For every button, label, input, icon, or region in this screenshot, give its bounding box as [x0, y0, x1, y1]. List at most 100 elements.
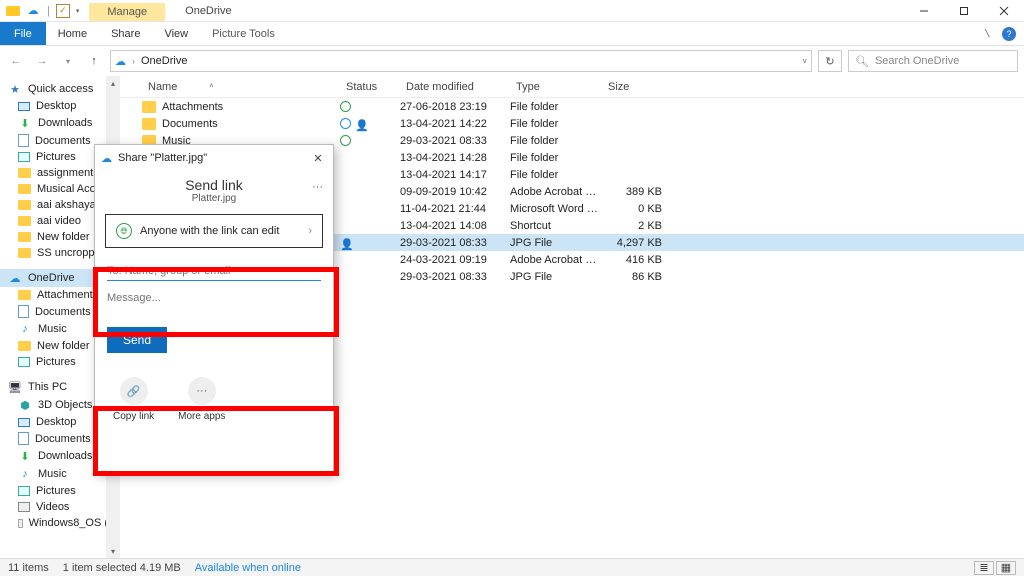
- row-size: 389 KB: [602, 186, 662, 198]
- close-button[interactable]: [984, 0, 1024, 22]
- share-more-options-button[interactable]: ···: [312, 181, 323, 193]
- row-name: Attachments: [162, 101, 223, 113]
- row-date: 13-04-2021 14:28: [400, 152, 510, 164]
- maximize-button[interactable]: [944, 0, 984, 22]
- sidebar-item-label: Documents: [35, 306, 91, 318]
- sidebar-quick-access[interactable]: ★ Quick access: [0, 80, 120, 98]
- search-box[interactable]: 🔍︎ Search OneDrive: [848, 50, 1018, 72]
- permission-label: Anyone with the link can edit: [140, 225, 279, 237]
- ribbon-tab-view[interactable]: View: [152, 22, 200, 45]
- column-name[interactable]: Name˄: [142, 81, 340, 93]
- row-type: Microsoft Word D...: [510, 203, 602, 215]
- row-size: 4,297 KB: [602, 237, 662, 249]
- file-tab[interactable]: File: [0, 22, 46, 45]
- message-input[interactable]: [107, 292, 321, 304]
- sidebar-item[interactable]: Desktop📌︎: [0, 98, 120, 114]
- table-row[interactable]: Documents👤13-04-2021 14:22File folder: [120, 115, 1024, 132]
- row-type: File folder: [510, 118, 602, 130]
- cloud-icon: ☁: [8, 271, 22, 285]
- copy-link-label: Copy link: [113, 411, 154, 422]
- music-icon: ♪: [18, 467, 32, 481]
- copy-link-button[interactable]: 🔗 Copy link: [113, 377, 154, 422]
- column-size[interactable]: Size: [602, 81, 662, 93]
- minimize-button[interactable]: [904, 0, 944, 22]
- sidebar-item-label: Musical Acou: [37, 183, 102, 195]
- row-date: 29-03-2021 08:33: [400, 271, 510, 283]
- row-type: File folder: [510, 135, 602, 147]
- refresh-button[interactable]: ↻: [818, 50, 842, 72]
- send-button[interactable]: Send: [107, 327, 167, 353]
- sidebar-item-label: 3D Objects: [38, 399, 92, 411]
- sidebar-item-label: Attachments: [37, 289, 98, 301]
- shared-icon: 👤: [355, 119, 364, 128]
- chevron-right-icon: ›: [308, 225, 312, 237]
- recipient-input[interactable]: [107, 265, 321, 277]
- pc-icon: 🖥: [8, 380, 22, 394]
- desktop-icon: [18, 418, 30, 427]
- folder-icon: [18, 216, 31, 226]
- column-type[interactable]: Type: [510, 81, 602, 93]
- column-headers[interactable]: Name˄ Status Date modified Type Size: [120, 76, 1024, 98]
- row-size: 86 KB: [602, 271, 662, 283]
- contextual-tab-manage[interactable]: Manage: [89, 3, 165, 21]
- sidebar-item[interactable]: Pictures: [0, 483, 120, 499]
- qat-dropdown-icon[interactable]: ▾: [76, 7, 80, 15]
- address-bar[interactable]: ☁ › OneDrive ˅: [110, 50, 812, 72]
- quick-access-toolbar: ☁ | ✓ ▾: [0, 0, 79, 21]
- recent-locations-button[interactable]: ▾: [58, 51, 78, 71]
- view-details-button[interactable]: ≣: [974, 561, 994, 575]
- help-icon[interactable]: ?: [1002, 27, 1016, 41]
- share-dialog-title: Share "Platter.jpg": [118, 152, 207, 164]
- sidebar-this-pc-label: This PC: [28, 381, 67, 393]
- more-apps-label: More apps: [178, 411, 225, 422]
- more-apps-button[interactable]: ··· More apps: [178, 377, 225, 422]
- sidebar-item[interactable]: Videos: [0, 499, 120, 515]
- up-button[interactable]: ↑: [84, 51, 104, 71]
- qat-sep: |: [47, 5, 50, 17]
- picture-icon: [18, 486, 30, 496]
- ribbon-expand-icon[interactable]: 〵: [983, 27, 992, 40]
- view-large-icons-button[interactable]: ▦: [996, 561, 1016, 575]
- properties-qat-button[interactable]: ✓: [56, 4, 70, 18]
- address-location[interactable]: OneDrive: [141, 55, 187, 67]
- row-type: Adobe Acrobat D...: [510, 254, 602, 266]
- link-settings-button[interactable]: 🌐︎ Anyone with the link can edit ›: [105, 214, 323, 248]
- status-availability: Available when online: [195, 562, 301, 574]
- sidebar-item[interactable]: Windows8_OS (C: [0, 515, 120, 531]
- dialog-close-button[interactable]: ✕: [309, 149, 327, 167]
- breadcrumb-chevron-icon[interactable]: ›: [132, 56, 135, 66]
- forward-button[interactable]: →: [32, 51, 52, 71]
- sidebar-item-label: Music: [38, 468, 67, 480]
- ribbon-tab-share[interactable]: Share: [99, 22, 152, 45]
- folder-icon: [18, 248, 31, 258]
- cloud-icon: ☁: [115, 55, 126, 68]
- address-dropdown-icon[interactable]: ˅: [802, 57, 807, 66]
- sidebar-item[interactable]: ⬇Downloads📌︎: [0, 114, 120, 132]
- back-button[interactable]: ←: [6, 51, 26, 71]
- ribbon-tab-picture-tools[interactable]: Picture Tools: [200, 22, 287, 45]
- folder-icon: [142, 118, 156, 130]
- sidebar-item-label: New folder: [37, 231, 90, 243]
- ribbon-tab-home[interactable]: Home: [46, 22, 99, 45]
- sidebar-quick-access-label: Quick access: [28, 83, 93, 95]
- more-icon: ···: [196, 385, 207, 397]
- sidebar-item-label: Downloads: [38, 450, 92, 462]
- shared-icon: 👤: [340, 238, 349, 247]
- row-type: File folder: [510, 169, 602, 181]
- folder-icon: [18, 200, 31, 210]
- share-heading: Send link: [95, 177, 333, 193]
- window-title: OneDrive: [185, 5, 231, 17]
- sync-icon: [340, 135, 351, 146]
- folder-icon: [18, 168, 31, 178]
- column-status[interactable]: Status: [340, 81, 400, 93]
- folder-icon: [18, 184, 31, 194]
- sidebar-item-label: Downloads: [38, 117, 92, 129]
- row-date: 11-04-2021 21:44: [400, 203, 510, 215]
- table-row[interactable]: Attachments27-06-2018 23:19File folder: [120, 98, 1024, 115]
- row-type: File folder: [510, 152, 602, 164]
- row-date: 29-03-2021 08:33: [400, 237, 510, 249]
- picture-icon: [18, 152, 30, 162]
- column-date[interactable]: Date modified: [400, 81, 510, 93]
- download-icon: ⬇: [18, 449, 32, 463]
- sidebar-item-label: Pictures: [36, 356, 76, 368]
